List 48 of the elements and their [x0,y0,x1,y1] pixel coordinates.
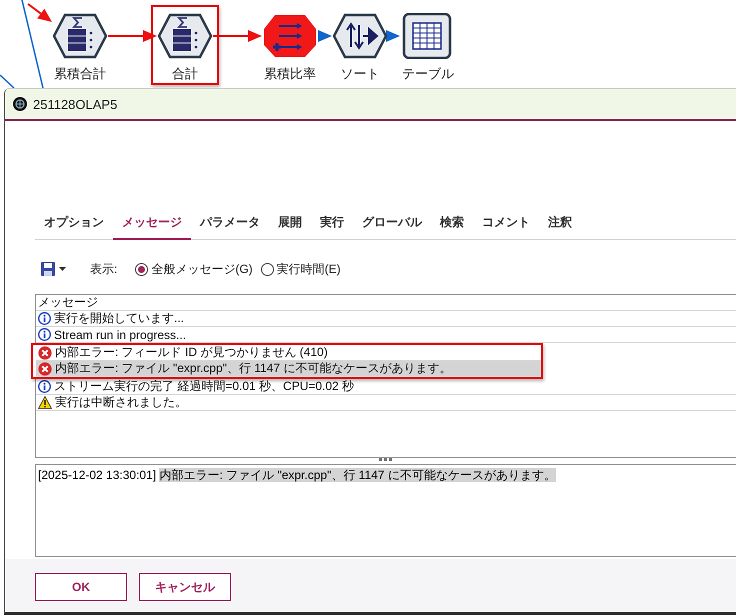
message-text: 実行を開始しています... [54,310,184,327]
info-icon [38,328,51,341]
message-row[interactable]: 内部エラー: ファイル "expr.cpp"、行 1147 に不可能なケースがあります。 [36,361,541,377]
error-icon [38,362,52,376]
error-icon [38,346,52,360]
radio-button[interactable]: 全般メッセージ(G) [135,260,257,278]
tab[interactable]: グローバル [353,207,431,240]
show-label: 表示: [90,260,118,278]
message-text: ストリーム実行の完了 経過時間=0.01 秒、CPU=0.02 秒 [54,378,354,395]
tab[interactable]: コメント [473,207,539,240]
message-text: 内部エラー: ファイル "expr.cpp"、行 1147 に不可能なケースがあります。 [55,360,452,377]
tab[interactable]: 実行 [311,207,353,240]
radio-circle[interactable] [135,262,148,276]
aggregate-node-icon[interactable] [158,13,212,59]
node-label: テーブル [402,65,454,83]
splitter-handle[interactable] [378,458,392,462]
tab[interactable]: 注釈 [539,207,581,240]
tab[interactable]: オプション [35,207,113,240]
save-icon[interactable] [41,262,55,276]
node-label: 累積合計 [54,65,106,83]
node-label: ソート [340,65,380,83]
warning-icon [38,396,52,409]
window-title: 251128OLAP5 [33,96,118,112]
message-text: 内部エラー: フィールド ID が見つかりません (410) [55,344,328,361]
derive-node-icon[interactable] [263,13,317,59]
radio-button[interactable]: 実行時間(E) [260,260,345,278]
connector-line [0,74,15,88]
tab[interactable]: 展開 [269,207,311,240]
aggregate-node-icon[interactable] [53,13,107,59]
tab[interactable]: メッセージ [113,207,191,240]
node-label: 累積比率 [264,65,316,83]
message-detail: [2025-12-02 13:30:01] 内部エラー: ファイル "expr.cpp"、行 1147 に不可能なケースがあります。 [38,467,556,484]
tab[interactable]: パラメータ [191,207,269,240]
message-text: Stream run in progress... [54,328,186,342]
dialog-button[interactable]: キャンセル [139,573,231,601]
tab[interactable]: 検索 [431,207,473,240]
dialog-button[interactable]: OK [35,573,127,601]
column-header: メッセージ [38,294,98,311]
caret-icon[interactable] [59,267,66,271]
sort-node-icon[interactable] [333,13,387,59]
node-label: 合計 [172,65,198,83]
info-icon [38,312,51,325]
message-row[interactable]: ストリーム実行の完了 経過時間=0.01 秒、CPU=0.02 秒 [36,379,736,395]
message-text: 実行は中断されました。 [55,394,187,411]
app-icon [13,97,27,111]
message-row[interactable]: 実行は中断されました。 [36,395,736,411]
radio-circle[interactable] [260,262,274,276]
message-row[interactable]: 実行を開始しています... [36,311,736,327]
